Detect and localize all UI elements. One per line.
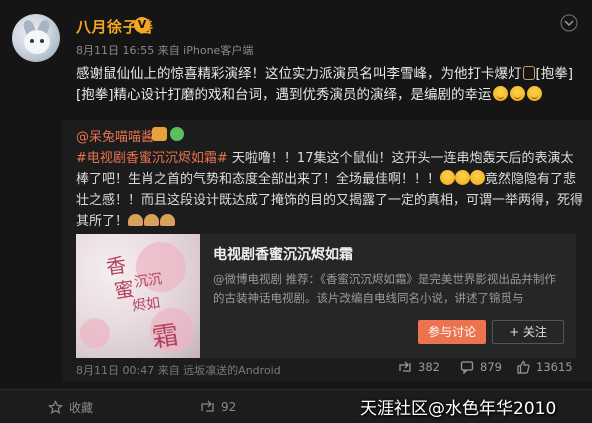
- star-icon: [48, 400, 63, 415]
- member-badge-icon: [152, 127, 167, 141]
- weibo-post: 八月徐子善 V 8月11日 16:55 来自 iPhone客户端 感谢鼠仙仙上的…: [0, 0, 592, 389]
- comment-count: 879: [480, 360, 502, 374]
- share-count: 382: [418, 360, 440, 374]
- laugh-emoji-icon: [470, 170, 486, 185]
- favorite-label: 收藏: [69, 401, 94, 415]
- pray-emoji-icon: [144, 214, 160, 226]
- hashtag-link[interactable]: #电视剧香蜜沉沉烬如霜#: [76, 151, 228, 166]
- repost-footer: 8月11日 00:47 来自 远坂凛送的Android: [76, 364, 281, 377]
- discuss-button[interactable]: 参与讨论: [418, 320, 486, 344]
- pray-emoji-icon: [128, 214, 144, 226]
- share-button[interactable]: 92: [200, 399, 236, 414]
- share-icon: [399, 361, 411, 372]
- verified-badge-icon: V: [134, 17, 150, 33]
- share-icon: [201, 400, 214, 412]
- watermark: 天涯社区@水色年华2010: [360, 399, 557, 419]
- laugh-emoji-icon: [455, 170, 471, 185]
- pray-emoji-icon: [160, 214, 176, 226]
- share-count-main: 92: [221, 399, 237, 414]
- drama-poster-image[interactable]: 香 蜜 沉沉 烬如 霜: [76, 234, 200, 358]
- smile-emoji-icon: [526, 86, 542, 101]
- poster-calligraphy: 霜: [150, 320, 181, 354]
- favorite-button[interactable]: 收藏: [48, 399, 93, 416]
- repost-like-stat[interactable]: 13615: [516, 360, 573, 374]
- chevron-down-icon[interactable]: [560, 14, 578, 32]
- laugh-emoji-icon: [440, 170, 456, 185]
- poster-calligraphy: 沉沉: [133, 271, 164, 291]
- heart-badge-icon: [170, 127, 184, 141]
- follow-button[interactable]: + 关注: [492, 320, 564, 344]
- post-text-part1: 感谢鼠仙仙上的惊喜精彩演绎！这位实力派演员名叫李雪峰，为他打卡爆灯: [76, 66, 522, 82]
- avatar[interactable]: [12, 14, 60, 62]
- repost-share-stat[interactable]: 382: [398, 360, 440, 374]
- link-card[interactable]: 香 蜜 沉沉 烬如 霜 电视剧香蜜沉沉烬如霜 @微博电视剧 推荐：《香蜜沉沉烬如…: [76, 234, 576, 358]
- lantern-emoji-icon: [522, 66, 535, 80]
- smile-emoji-icon: [492, 86, 508, 101]
- post-text: 感谢鼠仙仙上的惊喜精彩演绎！这位实力派演员名叫李雪峰，为他打卡爆灯 [抱拳][抱拳…: [76, 64, 581, 106]
- poster-calligraphy: 烬如: [131, 295, 162, 315]
- smile-emoji-icon: [509, 86, 525, 101]
- repost-text: #电视剧香蜜沉沉烬如霜# 天啦噜！！17集这个鼠仙！这开头一连串炮轰天后的表演太…: [76, 148, 584, 232]
- comment-icon: [460, 361, 474, 374]
- card-description: @微博电视剧 推荐：《香蜜沉沉烬如霜》是完美世界影视出品并制作的古装神话电视剧。…: [213, 272, 556, 305]
- repost-user-link[interactable]: @呆兔喵喵酱: [76, 126, 154, 145]
- like-icon: [517, 360, 530, 374]
- repost-comment-stat[interactable]: 879: [460, 360, 502, 374]
- repost-container: @呆兔喵喵酱 #电视剧香蜜沉沉烬如霜# 天啦噜！！17集这个鼠仙！这开头一连串炮…: [62, 120, 592, 382]
- card-title[interactable]: 电视剧香蜜沉沉烬如霜: [213, 244, 353, 264]
- like-count: 13615: [536, 360, 573, 374]
- post-meta: 8月11日 16:55 来自 iPhone客户端: [76, 44, 254, 57]
